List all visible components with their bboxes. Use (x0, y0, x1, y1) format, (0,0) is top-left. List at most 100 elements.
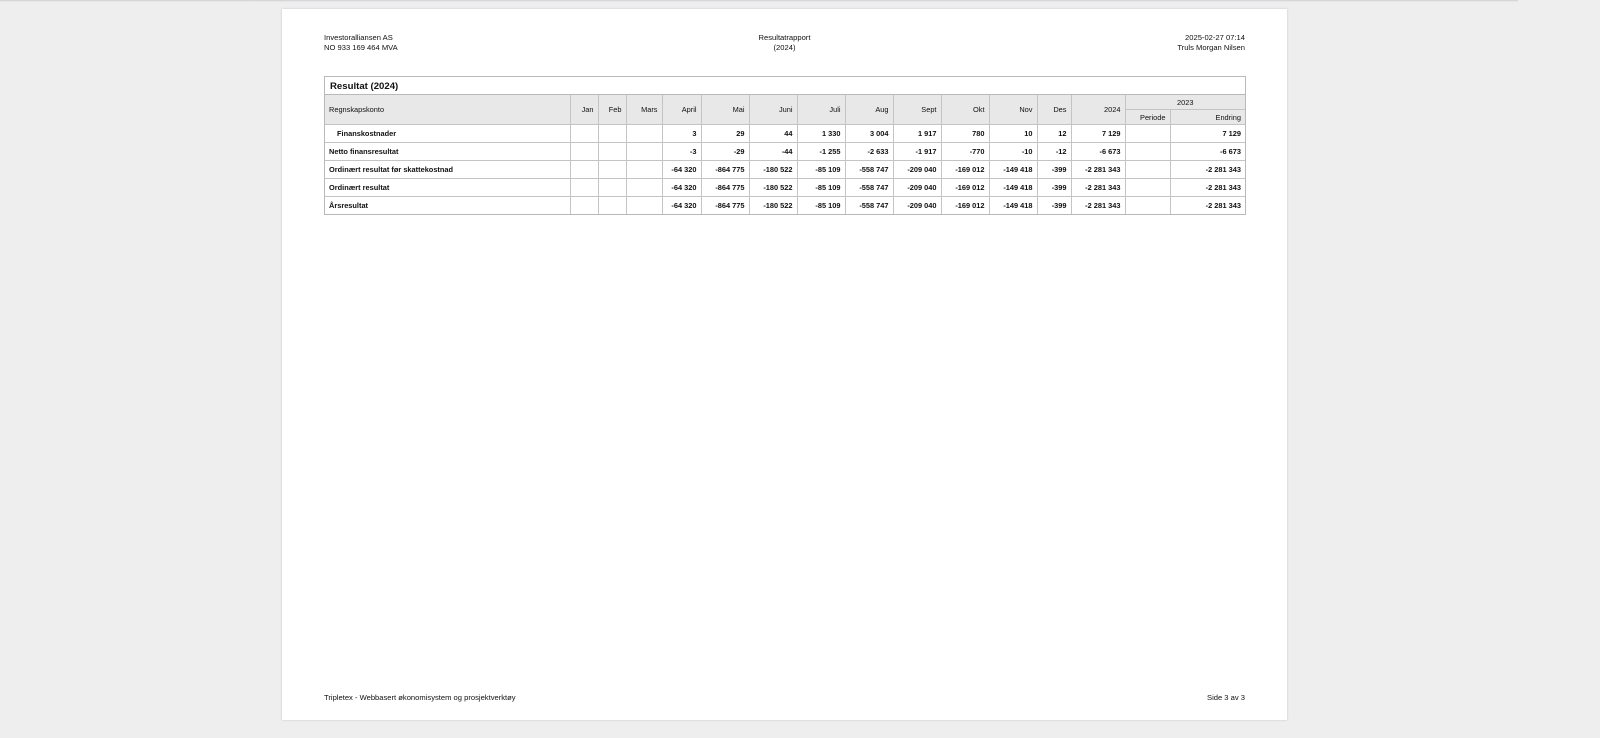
cell-endring: -2 281 343 (1169, 160, 1245, 179)
col-header-des: Des (1036, 95, 1072, 125)
viewer-top-edge (0, 0, 1518, 2)
result-table-panel: Resultat (2024) Regnskapskonto Jan Feb M… (324, 76, 1246, 215)
cell-mars (625, 196, 663, 214)
col-header-2024: 2024 (1070, 95, 1126, 125)
cell-nov: 10 (988, 124, 1038, 143)
cell-april: -64 320 (661, 160, 702, 179)
cell-juni: -180 522 (748, 196, 798, 214)
footer-page-number: Side 3 av 3 (1207, 693, 1245, 702)
cell-jan (569, 196, 599, 214)
footer-system: Tripletex - Webbasert økonomisystem og p… (324, 693, 516, 702)
cell-total-2024: -2 281 343 (1070, 196, 1126, 214)
cell-mars (625, 178, 663, 197)
cell-okt: -169 012 (940, 196, 990, 214)
cell-mars (625, 124, 663, 143)
col-header-juli: Juli (796, 95, 846, 125)
cell-aug: -558 747 (844, 178, 894, 197)
col-header-nov: Nov (988, 95, 1038, 125)
cell-okt: -169 012 (940, 178, 990, 197)
cell-total-2024: 7 129 (1070, 124, 1126, 143)
cell-juli: -85 109 (796, 160, 846, 179)
cell-mars (625, 160, 663, 179)
row-label: Ordinært resultat før skattekostnad (325, 160, 571, 179)
table-title: Resultat (2024) (325, 77, 1245, 95)
cell-april: 3 (661, 124, 702, 143)
col-header-mars: Mars (625, 95, 663, 125)
cell-mai: -29 (700, 142, 750, 161)
cell-endring: -2 281 343 (1169, 196, 1245, 214)
col-header-april: April (661, 95, 702, 125)
col-header-aug: Aug (844, 95, 894, 125)
timestamp: 2025-02-27 07:14 (1185, 33, 1245, 42)
report-year: (2024) (773, 43, 796, 52)
cell-juli: -85 109 (796, 196, 846, 214)
table-row: Ordinært resultat før skattekostnad -64 … (325, 160, 1245, 179)
cell-jan (569, 124, 599, 143)
cell-feb (597, 142, 627, 161)
user-name: Truls Morgan Nilsen (1177, 43, 1245, 52)
cell-feb (597, 124, 627, 143)
report-heading: Resultatrapport (2024) (282, 33, 1287, 53)
cell-okt: 780 (940, 124, 990, 143)
cell-april: -3 (661, 142, 702, 161)
cell-periode (1124, 196, 1171, 214)
cell-sept: -1 917 (892, 142, 942, 161)
cell-des: -399 (1036, 196, 1072, 214)
col-header-okt: Okt (940, 95, 990, 125)
col-header-endring: Endring (1169, 109, 1245, 125)
col-header-sept: Sept (892, 95, 942, 125)
cell-jan (569, 160, 599, 179)
cell-periode (1124, 142, 1171, 161)
cell-nov: -149 418 (988, 160, 1038, 179)
cell-okt: -169 012 (940, 160, 990, 179)
cell-juni: 44 (748, 124, 798, 143)
col-header-account: Regnskapskonto (325, 95, 571, 125)
col-header-periode: Periode (1125, 109, 1171, 125)
cell-mars (625, 142, 663, 161)
cell-feb (597, 160, 627, 179)
cell-aug: -558 747 (844, 160, 894, 179)
cell-juni: -44 (748, 142, 798, 161)
row-label: Finanskostnader (325, 124, 571, 143)
cell-total-2024: -2 281 343 (1070, 160, 1126, 179)
table-row: Årsresultat -64 320 -864 775 -180 522 -8… (325, 196, 1245, 214)
cell-nov: -149 418 (988, 196, 1038, 214)
result-table: Regnskapskonto Jan Feb Mars April Mai Ju… (325, 95, 1245, 214)
col-header-feb: Feb (597, 95, 627, 125)
cell-juli: 1 330 (796, 124, 846, 143)
cell-aug: -558 747 (844, 196, 894, 214)
cell-sept: -209 040 (892, 178, 942, 197)
cell-juli: -1 255 (796, 142, 846, 161)
cell-aug: -2 633 (844, 142, 894, 161)
col-header-2023: 2023 (1124, 95, 1245, 110)
cell-sept: 1 917 (892, 124, 942, 143)
cell-mai: 29 (700, 124, 750, 143)
cell-aug: 3 004 (844, 124, 894, 143)
cell-okt: -770 (940, 142, 990, 161)
cell-periode (1124, 178, 1171, 197)
cell-total-2024: -2 281 343 (1070, 178, 1126, 197)
cell-des: -399 (1036, 178, 1072, 197)
cell-des: -399 (1036, 160, 1072, 179)
row-label: Ordinært resultat (325, 178, 571, 197)
cell-des: 12 (1036, 124, 1072, 143)
row-label: Netto finansresultat (325, 142, 571, 161)
cell-sept: -209 040 (892, 196, 942, 214)
col-header-jan: Jan (569, 95, 599, 125)
cell-mai: -864 775 (700, 178, 750, 197)
cell-periode (1124, 124, 1171, 143)
col-header-juni: Juni (748, 95, 798, 125)
cell-nov: -149 418 (988, 178, 1038, 197)
meta-block: 2025-02-27 07:14 Truls Morgan Nilsen (1177, 33, 1245, 53)
table-row: Ordinært resultat -64 320 -864 775 -180 … (325, 178, 1245, 197)
report-title: Resultatrapport (758, 33, 811, 42)
table-row: Netto finansresultat -3 -29 -44 -1 255 -… (325, 142, 1245, 161)
cell-nov: -10 (988, 142, 1038, 161)
table-row: Finanskostnader 3 29 44 1 330 3 004 1 91… (325, 124, 1245, 143)
cell-juli: -85 109 (796, 178, 846, 197)
cell-feb (597, 178, 627, 197)
row-label: Årsresultat (325, 196, 571, 214)
cell-endring: -6 673 (1169, 142, 1245, 161)
cell-endring: -2 281 343 (1169, 178, 1245, 197)
col-header-mai: Mai (700, 95, 750, 125)
